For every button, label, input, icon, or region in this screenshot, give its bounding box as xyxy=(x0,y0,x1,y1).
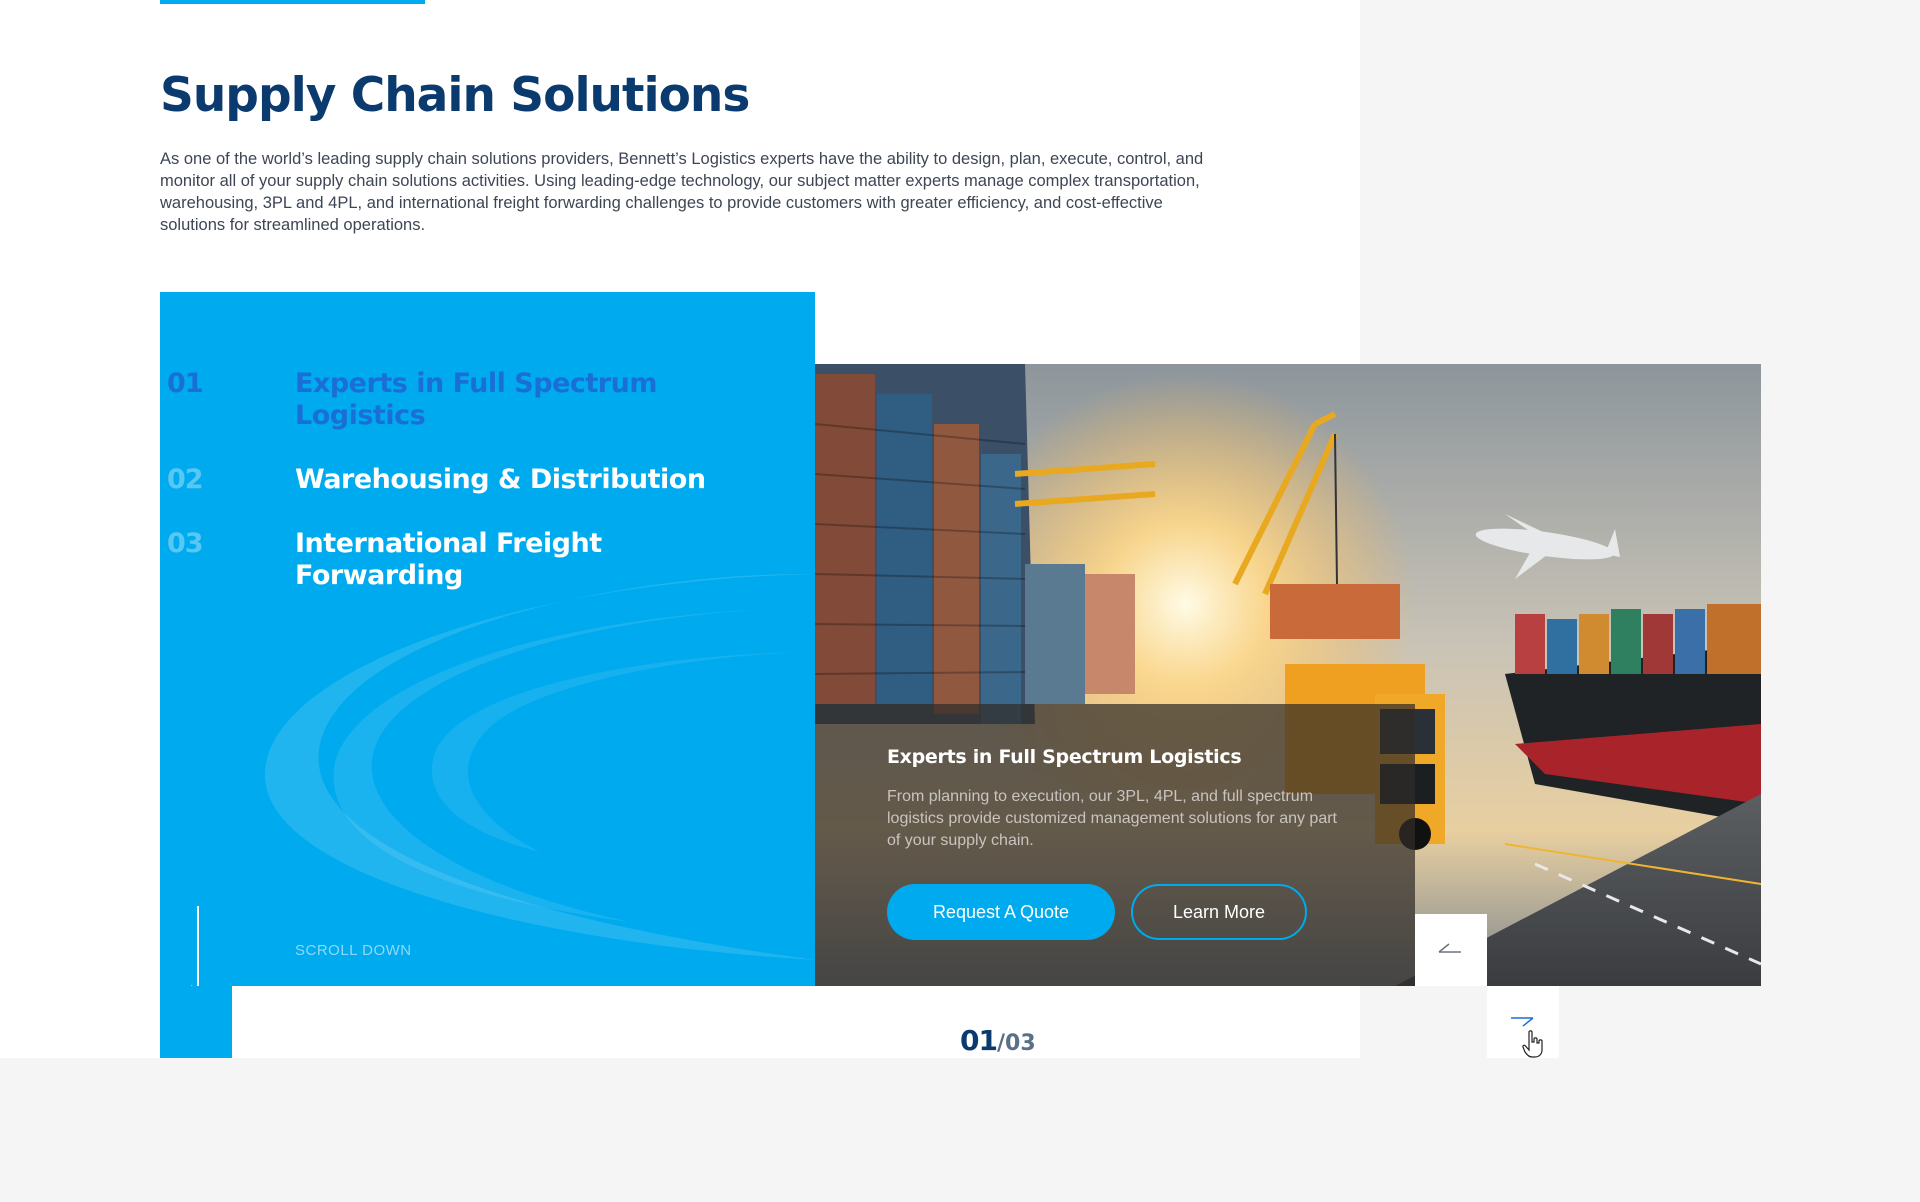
menu-item-number: 03 xyxy=(167,528,204,559)
menu-item-warehousing[interactable]: 02 Warehousing & Distribution xyxy=(160,464,815,500)
menu-item-label: Experts in Full Spectrum Logistics xyxy=(295,368,657,431)
scroll-indicator-line xyxy=(197,906,199,986)
slide-separator: / xyxy=(996,1031,1006,1056)
slide-total: 03 xyxy=(1005,1031,1036,1056)
card-title: Experts in Full Spectrum Logistics xyxy=(887,746,1242,768)
panel-accent-strip xyxy=(160,986,232,1058)
slide-current: 01 xyxy=(960,1024,998,1057)
slide-counter: 01/03 xyxy=(960,1024,1036,1057)
services-panel: 01 Experts in Full Spectrum Logistics 02… xyxy=(160,292,815,986)
hand-cursor-icon xyxy=(1522,1030,1543,1058)
card-description: From planning to execution, our 3PL, 4PL… xyxy=(887,788,1337,849)
top-accent-bar xyxy=(160,0,425,4)
menu-item-number: 01 xyxy=(167,368,204,399)
learn-more-button[interactable]: Learn More xyxy=(1131,884,1307,940)
menu-item-full-spectrum[interactable]: 01 Experts in Full Spectrum Logistics xyxy=(160,368,815,431)
arrow-left-icon xyxy=(1438,943,1461,953)
page-title: Supply Chain Solutions xyxy=(160,68,750,123)
intro-paragraph: As one of the world’s leading supply cha… xyxy=(160,150,1204,234)
slider-prev-button[interactable] xyxy=(1415,914,1487,986)
scroll-down-label[interactable]: SCROLL DOWN xyxy=(295,942,412,959)
menu-item-number: 02 xyxy=(167,464,204,495)
info-card: Experts in Full Spectrum Logistics From … xyxy=(815,704,1415,986)
menu-item-freight[interactable]: 03 International Freight Forwarding xyxy=(160,528,815,592)
request-quote-button[interactable]: Request A Quote xyxy=(887,884,1115,940)
menu-item-label: International Freight Forwarding xyxy=(295,528,602,591)
menu-item-label: Warehousing & Distribution xyxy=(295,464,706,495)
